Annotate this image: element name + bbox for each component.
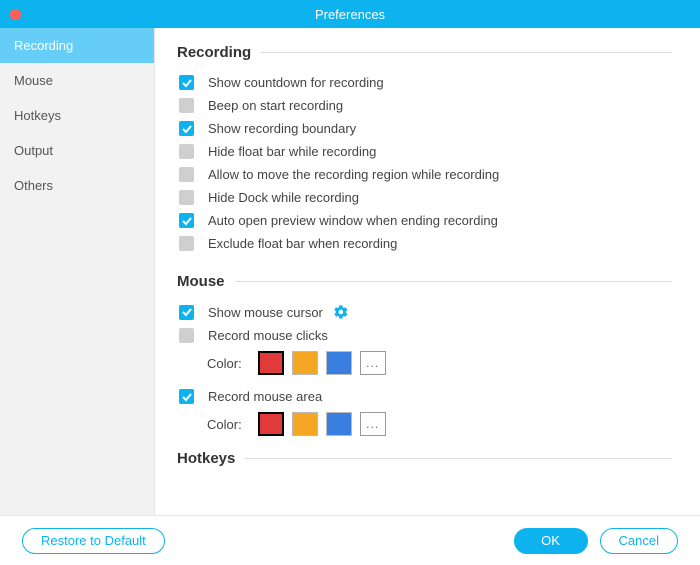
option-hide-float-bar[interactable]: Hide float bar while recording (177, 144, 672, 159)
option-show-boundary[interactable]: Show recording boundary (177, 121, 672, 136)
section-title: Hotkeys (177, 450, 235, 467)
option-auto-open-preview[interactable]: Auto open preview window when ending rec… (177, 213, 672, 228)
option-label: Allow to move the recording region while… (208, 167, 499, 182)
option-label: Show mouse cursor (208, 305, 323, 320)
color-swatch-red[interactable] (258, 351, 284, 375)
option-beep-on-start[interactable]: Beep on start recording (177, 98, 672, 113)
checkbox[interactable] (179, 236, 194, 251)
option-record-mouse-clicks[interactable]: Record mouse clicks (177, 328, 672, 343)
color-swatch-more[interactable]: ... (360, 351, 386, 375)
option-record-mouse-area[interactable]: Record mouse area (177, 389, 672, 404)
checkbox[interactable] (179, 213, 194, 228)
restore-default-button[interactable]: Restore to Default (22, 528, 165, 554)
window-title: Preferences (315, 7, 385, 22)
section-header-mouse: Mouse (177, 273, 672, 290)
option-label: Exclude float bar when recording (208, 236, 397, 251)
section-title: Recording (177, 44, 251, 61)
option-allow-move-region[interactable]: Allow to move the recording region while… (177, 167, 672, 182)
sidebar-item-hotkeys[interactable]: Hotkeys (0, 98, 154, 133)
sidebar-item-mouse[interactable]: Mouse (0, 63, 154, 98)
checkbox[interactable] (179, 328, 194, 343)
section-divider (245, 458, 672, 459)
footer: Restore to Default OK Cancel (0, 515, 700, 565)
color-swatch-red[interactable] (258, 412, 284, 436)
sidebar-item-recording[interactable]: Recording (0, 28, 154, 63)
checkbox[interactable] (179, 75, 194, 90)
checkbox[interactable] (179, 98, 194, 113)
option-label: Beep on start recording (208, 98, 343, 113)
checkbox[interactable] (179, 190, 194, 205)
option-label: Auto open preview window when ending rec… (208, 213, 498, 228)
gear-icon[interactable] (333, 304, 349, 320)
close-button[interactable] (10, 9, 21, 20)
sidebar: Recording Mouse Hotkeys Output Others (0, 28, 155, 515)
color-swatch-blue[interactable] (326, 412, 352, 436)
section-header-recording: Recording (177, 44, 672, 61)
titlebar: Preferences (0, 0, 700, 28)
option-hide-dock[interactable]: Hide Dock while recording (177, 190, 672, 205)
color-row-area: Color: ... (207, 412, 672, 436)
main-area: Recording Mouse Hotkeys Output Others Re… (0, 28, 700, 515)
option-label: Record mouse area (208, 389, 322, 404)
option-label: Show countdown for recording (208, 75, 384, 90)
option-label: Show recording boundary (208, 121, 356, 136)
section-header-hotkeys: Hotkeys (177, 450, 672, 467)
option-exclude-float-bar[interactable]: Exclude float bar when recording (177, 236, 672, 251)
color-swatch-blue[interactable] (326, 351, 352, 375)
sidebar-item-others[interactable]: Others (0, 168, 154, 203)
checkbox[interactable] (179, 305, 194, 320)
checkbox[interactable] (179, 144, 194, 159)
option-label: Hide Dock while recording (208, 190, 359, 205)
sidebar-item-output[interactable]: Output (0, 133, 154, 168)
color-label: Color: (207, 417, 242, 432)
section-divider (261, 52, 672, 53)
section-divider (235, 281, 672, 282)
option-show-mouse-cursor[interactable]: Show mouse cursor (177, 304, 672, 320)
section-title: Mouse (177, 273, 225, 290)
color-row-clicks: Color: ... (207, 351, 672, 375)
checkbox[interactable] (179, 167, 194, 182)
cancel-button[interactable]: Cancel (600, 528, 678, 554)
checkbox[interactable] (179, 389, 194, 404)
content-panel: Recording Show countdown for recording B… (155, 28, 700, 515)
color-label: Color: (207, 356, 242, 371)
color-swatch-orange[interactable] (292, 351, 318, 375)
option-label: Hide float bar while recording (208, 144, 376, 159)
color-swatch-more[interactable]: ... (360, 412, 386, 436)
color-swatch-orange[interactable] (292, 412, 318, 436)
ok-button[interactable]: OK (514, 528, 588, 554)
option-show-countdown[interactable]: Show countdown for recording (177, 75, 672, 90)
checkbox[interactable] (179, 121, 194, 136)
option-label: Record mouse clicks (208, 328, 328, 343)
